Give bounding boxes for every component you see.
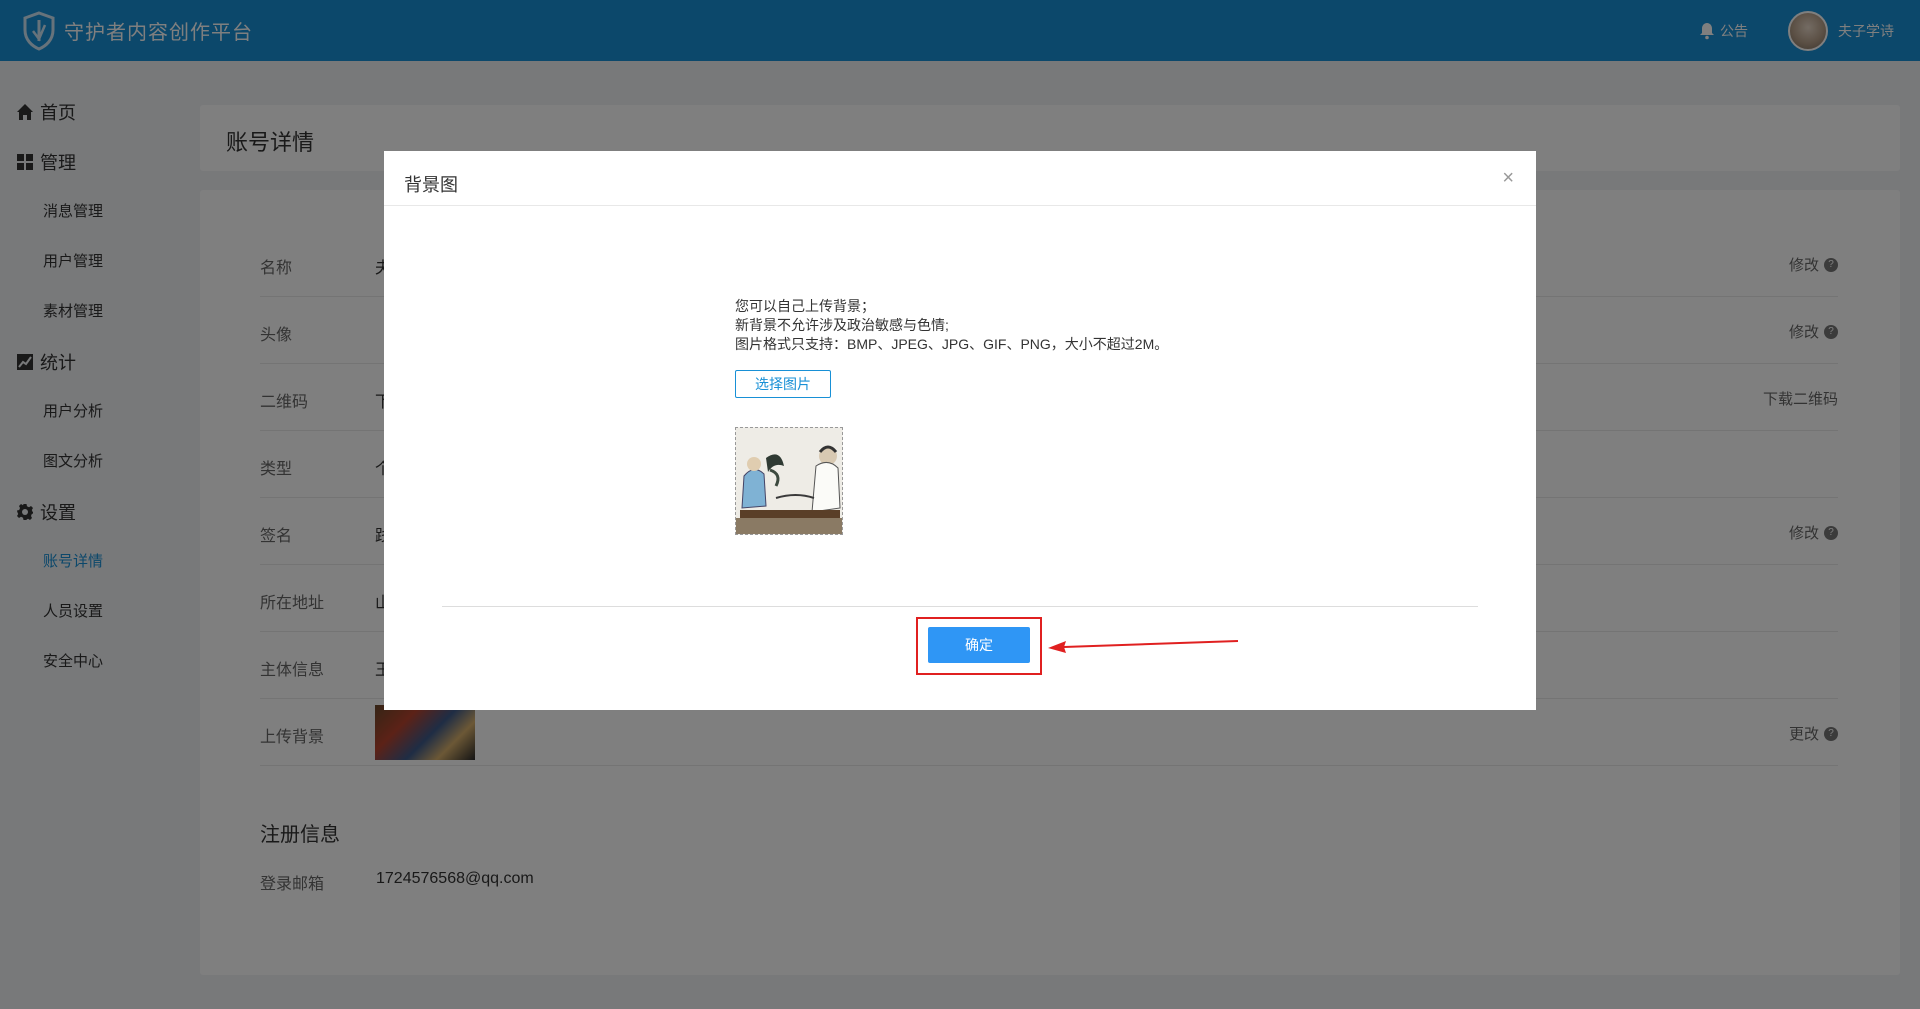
ok-button[interactable]: 确定 <box>928 627 1030 663</box>
modal-header: 背景图 × <box>384 151 1536 206</box>
tip-line: 您可以自己上传背景； <box>735 298 875 314</box>
close-icon[interactable]: × <box>1502 167 1514 190</box>
modal-divider <box>442 606 1478 607</box>
modal-title: 背景图 <box>404 175 458 195</box>
tip-line: 图片格式只支持：BMP、JPEG、JPG、GIF、PNG，大小不超过2M。 <box>735 336 1169 352</box>
select-image-button[interactable]: 选择图片 <box>735 370 831 398</box>
tip-line: 新背景不允许涉及政治敏感与色情; <box>735 317 949 333</box>
painting-preview-image <box>736 428 842 534</box>
annotation-arrow-icon <box>1048 640 1239 653</box>
background-image-modal: 背景图 × 您可以自己上传背景； 新背景不允许涉及政治敏感与色情; 图片格式只支… <box>384 151 1536 710</box>
image-preview <box>735 427 843 535</box>
upload-tips: 您可以自己上传背景； 新背景不允许涉及政治敏感与色情; 图片格式只支持：BMP、… <box>735 297 1168 354</box>
